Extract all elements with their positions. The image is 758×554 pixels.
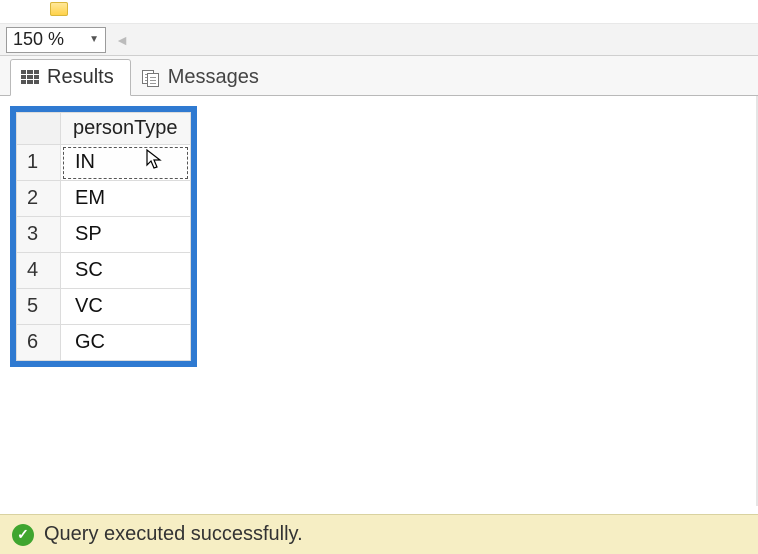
cell-value: IN	[75, 151, 95, 173]
table-row: 4 SC	[17, 253, 191, 289]
grid-corner[interactable]	[17, 113, 61, 145]
row-number[interactable]: 3	[17, 217, 61, 253]
highlight-box: personType 1 IN 2 EM	[10, 106, 197, 367]
result-tabs: Results Messages	[0, 56, 758, 96]
row-number[interactable]: 4	[17, 253, 61, 289]
results-pane: personType 1 IN 2 EM	[0, 96, 758, 506]
status-bar: ✓ Query executed successfully.	[0, 514, 758, 554]
zoom-value: 150 %	[13, 29, 64, 50]
cell[interactable]: SP	[61, 217, 191, 253]
column-header[interactable]: personType	[61, 113, 191, 145]
tab-messages-label: Messages	[168, 66, 259, 89]
tab-results[interactable]: Results	[10, 59, 131, 96]
cell[interactable]: VC	[61, 289, 191, 325]
tab-results-label: Results	[47, 66, 114, 89]
cursor-icon	[146, 149, 162, 171]
cell[interactable]: SC	[61, 253, 191, 289]
row-number[interactable]: 1	[17, 145, 61, 181]
table-row: 3 SP	[17, 217, 191, 253]
grid-icon	[21, 70, 39, 86]
table-row: 2 EM	[17, 181, 191, 217]
table-row: 1 IN	[17, 145, 191, 181]
row-number[interactable]: 2	[17, 181, 61, 217]
prev-arrow-icon[interactable]: ◄	[112, 30, 132, 50]
chevron-down-icon: ▼	[89, 34, 99, 45]
folder-icon	[50, 2, 68, 16]
cell[interactable]: EM	[61, 181, 191, 217]
tab-messages[interactable]: Messages	[131, 59, 276, 96]
table-row: 6 GC	[17, 325, 191, 361]
row-number[interactable]: 5	[17, 289, 61, 325]
messages-icon	[142, 70, 160, 86]
success-icon: ✓	[12, 524, 34, 546]
zoom-select[interactable]: 150 % ▼	[6, 27, 106, 53]
cell[interactable]: IN	[61, 145, 191, 181]
table-row: 5 VC	[17, 289, 191, 325]
editor-strip	[0, 0, 758, 24]
zoom-toolbar: 150 % ▼ ◄	[0, 24, 758, 56]
status-message: Query executed successfully.	[44, 523, 303, 546]
results-grid[interactable]: personType 1 IN 2 EM	[16, 112, 191, 361]
cell[interactable]: GC	[61, 325, 191, 361]
row-number[interactable]: 6	[17, 325, 61, 361]
